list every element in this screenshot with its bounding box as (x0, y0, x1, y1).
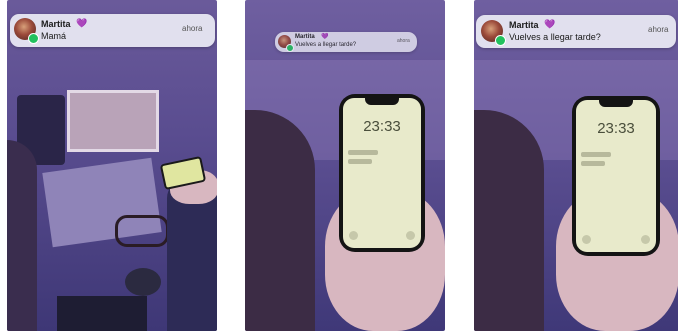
heart-icon: 💜 (544, 19, 556, 29)
sender-name: Martita (509, 20, 539, 30)
notification-message: Vuelves a llegar tarde? (509, 32, 601, 42)
glasses (115, 215, 169, 247)
notification-banner[interactable]: Martita 💜 Mamá ahora (10, 14, 215, 47)
mouse (125, 268, 161, 296)
flashlight-icon (349, 231, 358, 240)
smartphone: 23:33 (339, 94, 425, 252)
phone-lockscreen: 23:33 (576, 100, 656, 252)
heart-icon: 💜 (76, 18, 88, 28)
person-silhouette (7, 140, 37, 331)
phone-notch (599, 100, 633, 107)
lockscreen-notification (348, 150, 378, 155)
keyboard (57, 296, 147, 331)
flashlight-icon (582, 235, 591, 244)
smartphone: 23:33 (572, 96, 660, 256)
photo-panel-phone-blurred: 23:33 Martita 💜 Vuelves a llegar tarde? … (245, 0, 445, 331)
lockscreen-notification (348, 159, 372, 164)
whatsapp-icon (28, 33, 39, 44)
phone-notch (365, 98, 399, 105)
whatsapp-icon (286, 44, 294, 52)
lockscreen-notification (581, 152, 611, 157)
notification-banner[interactable]: Martita 💜 Vuelves a llegar tarde? ahora (275, 32, 417, 52)
phone-lockscreen: 23:33 (343, 98, 421, 248)
notification-message: Vuelves a llegar tarde? (295, 42, 357, 48)
photo-panel-desk: Martita 💜 Mamá ahora (7, 0, 217, 331)
picture-frame (67, 90, 159, 152)
whatsapp-icon (495, 35, 506, 46)
camera-icon (406, 231, 415, 240)
notification-time: ahora (397, 38, 410, 44)
lockscreen-notification (581, 161, 605, 166)
lockscreen-clock: 23:33 (597, 120, 635, 137)
person-silhouette (245, 110, 315, 331)
notification-message: Mamá (41, 31, 67, 41)
notification-banner[interactable]: Martita 💜 Vuelves a llegar tarde? ahora (476, 15, 676, 48)
camera-icon (641, 235, 650, 244)
notification-time: ahora (182, 24, 203, 33)
lockscreen-clock: 23:33 (363, 118, 401, 135)
person-silhouette (474, 110, 544, 331)
sender-name: Martita (295, 34, 315, 40)
heart-icon: 💜 (321, 34, 329, 40)
sender-name: Martita (41, 19, 71, 29)
photo-panel-phone-sharp: 23:33 Martita 💜 Vuelves a llegar tarde? … (474, 0, 678, 331)
notification-time: ahora (648, 25, 669, 34)
